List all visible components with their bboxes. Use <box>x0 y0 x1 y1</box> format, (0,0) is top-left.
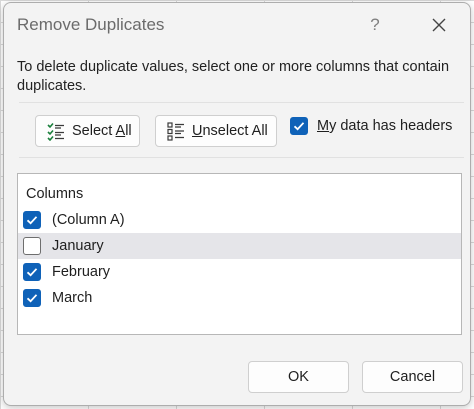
checkmark-icon <box>293 122 305 131</box>
select-all-list-icon <box>45 120 67 142</box>
column-item-column-a[interactable]: (Column A) <box>18 207 461 233</box>
column-a-checkbox[interactable] <box>23 211 41 229</box>
select-all-button[interactable]: Select All <box>35 115 140 147</box>
unselect-all-list-icon <box>165 120 187 142</box>
columns-list: (Column A) January February March <box>18 207 461 311</box>
ok-button[interactable]: OK <box>248 361 349 393</box>
close-button[interactable] <box>424 11 454 39</box>
march-checkbox[interactable] <box>23 289 41 307</box>
select-all-label: Select All <box>72 123 132 139</box>
column-item-label: February <box>52 264 111 280</box>
january-checkbox[interactable] <box>23 237 41 255</box>
checkmark-icon <box>26 294 38 303</box>
unselect-all-label: Unselect All <box>192 123 268 139</box>
headers-checkbox-box[interactable] <box>290 117 308 135</box>
my-data-has-headers-checkbox[interactable]: My data has headers <box>290 115 452 137</box>
remove-duplicates-dialog: Remove Duplicates ? To delete duplicate … <box>3 2 471 406</box>
checkmark-icon <box>26 268 38 277</box>
selection-toolbar: Select All Unselect All My data has head… <box>19 102 464 158</box>
columns-header: Columns <box>26 186 84 202</box>
dialog-title: Remove Duplicates <box>17 15 165 34</box>
title-bar: Remove Duplicates ? <box>4 3 470 47</box>
cancel-button[interactable]: Cancel <box>362 361 463 393</box>
help-button[interactable]: ? <box>360 11 390 39</box>
column-item-label: January <box>52 238 104 254</box>
column-item-february[interactable]: February <box>18 259 461 285</box>
instructions-text: To delete duplicate values, select one o… <box>17 59 450 94</box>
column-item-label: March <box>52 290 93 306</box>
ok-label: OK <box>288 369 309 385</box>
column-item-march[interactable]: March <box>18 285 461 311</box>
checkmark-icon <box>26 216 38 225</box>
column-item-label: (Column A) <box>52 212 125 228</box>
my-data-has-headers-label: My data has headers <box>317 118 453 134</box>
close-icon <box>432 18 446 32</box>
cancel-label: Cancel <box>389 369 436 385</box>
february-checkbox[interactable] <box>23 263 41 281</box>
column-item-january[interactable]: January <box>18 233 461 259</box>
unselect-all-button[interactable]: Unselect All <box>155 115 277 147</box>
columns-list-box: Columns (Column A) January February Marc… <box>17 173 462 335</box>
help-icon: ? <box>370 15 380 34</box>
